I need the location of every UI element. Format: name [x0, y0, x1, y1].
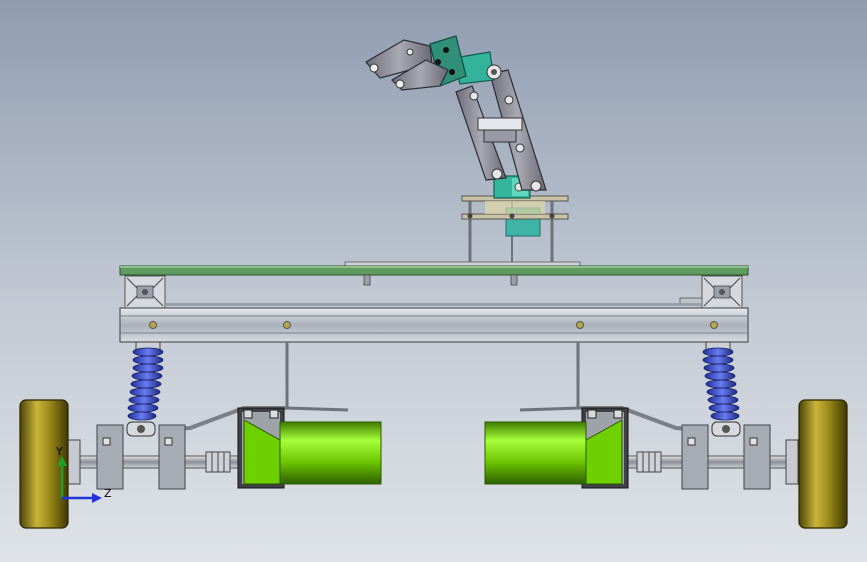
left-drive-motor[interactable]	[237, 407, 382, 489]
elbow-bracket[interactable]	[477, 117, 523, 143]
arm-base-mount	[344, 195, 581, 268]
y-axis-label: Y	[55, 445, 63, 458]
cad-viewport[interactable]: Y Z	[0, 0, 867, 562]
right-drive-motor[interactable]	[484, 407, 629, 489]
top-deck-plate[interactable]	[119, 265, 749, 276]
right-wheel[interactable]	[798, 399, 848, 529]
right-shock-absorber[interactable]	[702, 341, 740, 421]
left-shock-absorber[interactable]	[127, 341, 164, 421]
aluminum-extrusion-frame[interactable]	[119, 275, 749, 343]
robot-model-scene[interactable]: Y Z	[0, 0, 867, 562]
z-axis-label: Z	[104, 487, 112, 500]
left-axle-assembly[interactable]	[67, 421, 243, 490]
deck-bolts	[363, 274, 518, 286]
robot-arm[interactable]	[344, 35, 581, 268]
right-axle-assembly[interactable]	[624, 421, 799, 490]
profile-end-left	[124, 275, 166, 309]
hanger-rods	[285, 342, 581, 412]
